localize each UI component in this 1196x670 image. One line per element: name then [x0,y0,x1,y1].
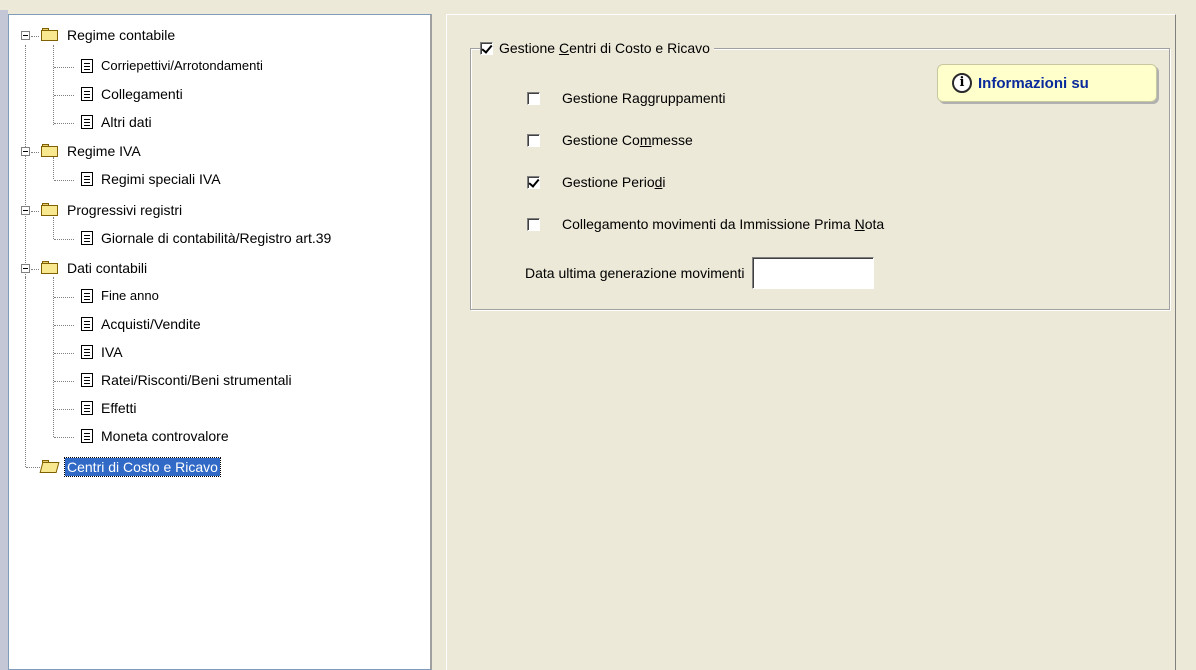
tree-line [54,297,74,298]
tree-line [53,157,54,179]
tree-node-iva[interactable]: IVA [101,343,123,361]
tree-node-ratei-risconti[interactable]: Ratei/Risconti/Beni strumentali [101,371,292,389]
tree-line [31,152,39,153]
periodi-label[interactable]: Gestione Periodi [562,174,666,190]
tree-node-effetti[interactable]: Effetti [101,399,137,417]
document-icon [81,317,93,331]
tree-node-regime-contabile[interactable]: Regime contabile [67,26,175,44]
top-band [8,0,1196,14]
tree-node-regime-iva[interactable]: Regime IVA [67,142,141,160]
gestione-centri-label[interactable]: Gestione Centri di Costo e Ricavo [499,40,710,56]
tree-node-dati-contabili[interactable]: Dati contabili [67,259,147,277]
collapse-toggle[interactable] [21,264,30,273]
tree-node-acquisti-vendite[interactable]: Acquisti/Vendite [101,315,201,333]
document-icon [81,172,93,186]
tree-line [54,95,74,96]
raggruppamenti-label[interactable]: Gestione Raggruppamenti [562,90,725,106]
folder-icon [41,28,59,42]
document-icon [81,429,93,443]
option-commesse[interactable]: Gestione Commesse [527,130,693,150]
splitter[interactable] [432,14,446,670]
document-icon [81,289,93,303]
folder-open-icon [39,460,60,474]
tree-line [25,45,26,283]
groupbox-header[interactable]: Gestione Centri di Costo e Ricavo [480,38,714,58]
folder-icon [41,261,59,275]
collapse-toggle[interactable] [21,147,30,156]
data-generazione-label: Data ultima generazione movimenti [525,265,745,281]
tree-node-moneta-controvalore[interactable]: Moneta controvalore [101,427,229,445]
collegamento-label[interactable]: Collegamento movimenti da Immissione Pri… [562,216,884,232]
tree-node-fine-anno[interactable]: Fine anno [101,287,159,305]
folder-icon [41,203,59,217]
tree-line [54,437,74,438]
window: Regime contabile Corriepettivi/Arrotonda… [0,0,1196,670]
tree-line [53,217,54,239]
document-icon [81,231,93,245]
document-icon [81,345,93,359]
document-icon [81,373,93,387]
raggruppamenti-checkbox[interactable] [527,91,540,105]
collegamento-checkbox[interactable] [527,217,540,231]
commesse-label[interactable]: Gestione Commesse [562,132,693,148]
left-strip [0,10,8,670]
tree-line [54,67,74,68]
tree-line [25,277,26,467]
settings-tree[interactable]: Regime contabile Corriepettivi/Arrotonda… [8,14,432,670]
tree-node-centri-costo-ricavo[interactable]: Centri di Costo e Ricavo [64,457,221,477]
gestione-centri-checkbox[interactable] [480,41,493,55]
option-periodi[interactable]: Gestione Periodi [527,172,666,192]
tree-line [53,45,54,125]
document-icon [81,401,93,415]
collapse-toggle[interactable] [21,31,30,40]
folder-icon [41,144,59,158]
tree-line [54,180,74,181]
collapse-toggle[interactable] [21,206,30,215]
data-generazione-input[interactable] [752,257,875,289]
option-collegamento-prima-nota[interactable]: Collegamento movimenti da Immissione Pri… [527,214,884,234]
tree-node-regimi-speciali-iva[interactable]: Regimi speciali IVA [101,170,221,188]
tree-line [26,467,40,468]
tree-node-corrispettivi[interactable]: Corriepettivi/Arrotondamenti [101,57,263,75]
tree-node-progressivi-registri[interactable]: Progressivi registri [67,201,182,219]
tree-line [31,269,39,270]
document-icon [81,59,93,73]
tree-line [53,277,54,437]
tree-node-collegamenti[interactable]: Collegamenti [101,85,183,103]
document-icon [81,115,93,129]
tree-line [54,123,74,124]
tree-line [54,409,74,410]
tree-line [31,211,39,212]
option-raggruppamenti[interactable]: Gestione Raggruppamenti [527,88,725,108]
tree-line [54,381,74,382]
info-icon: i [952,73,972,93]
informazioni-su-label: Informazioni su [978,74,1089,92]
tree-line [54,325,74,326]
periodi-checkbox[interactable] [527,175,540,189]
informazioni-su-button[interactable]: i Informazioni su [937,64,1157,102]
commesse-checkbox[interactable] [527,133,540,147]
right-strip [1176,14,1196,670]
document-icon [81,87,93,101]
tree-line [54,239,74,240]
tree-line [31,36,39,37]
tree-line [54,353,74,354]
tree-node-altri-dati[interactable]: Altri dati [101,113,152,131]
data-generazione-row: Data ultima generazione movimenti [525,256,875,290]
tree-node-giornale[interactable]: Giornale di contabilità/Registro art.39 [101,229,331,247]
